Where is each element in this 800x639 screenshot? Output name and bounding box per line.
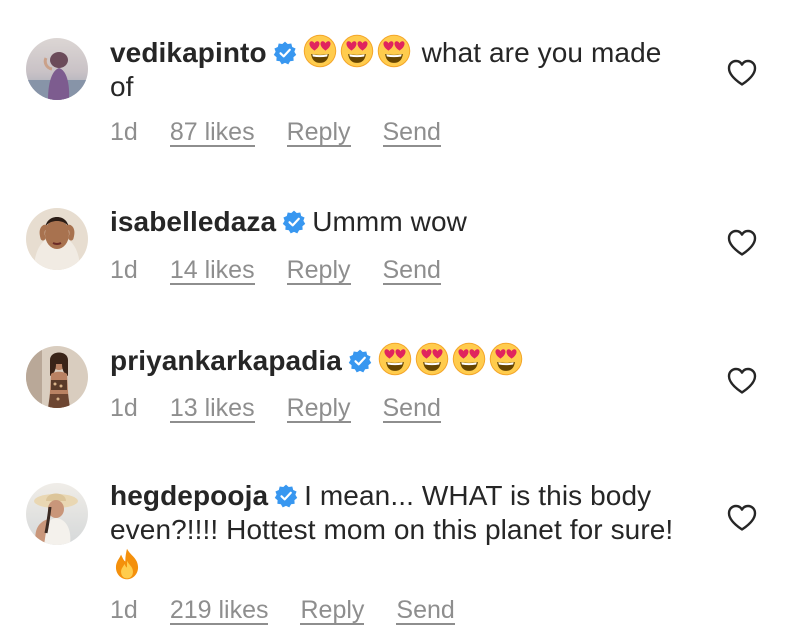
avatar-photo <box>26 346 88 408</box>
reply-button[interactable]: Reply <box>300 597 365 625</box>
heart-eyes-emoji-icon <box>303 34 337 68</box>
heart-eyes-emoji-icon <box>340 34 374 68</box>
comment-text-block: hegdepooja I mean... WHAT is this body ev… <box>110 479 690 583</box>
send-button[interactable]: Send <box>382 257 441 285</box>
send-button[interactable]: Send <box>382 119 441 147</box>
verified-badge-icon <box>274 484 298 508</box>
comment-meta: 1d 87 likes Reply Send <box>110 117 473 147</box>
heart-eyes-emoji-icon <box>415 342 449 376</box>
avatar[interactable] <box>26 483 88 545</box>
likes-link[interactable]: 13 likes <box>169 395 255 423</box>
comment-time: 1d <box>110 394 138 422</box>
heart-outline-icon[interactable] <box>727 229 757 257</box>
comment-time: 1d <box>110 118 138 146</box>
likes-link[interactable]: 87 likes <box>169 119 255 147</box>
avatar-photo <box>26 38 88 100</box>
reply-button[interactable]: Reply <box>286 395 351 423</box>
verified-badge-icon <box>282 210 306 234</box>
comment-text-block: priyankarkapadia <box>110 342 690 378</box>
comment-text: Ummm wow <box>312 206 467 237</box>
avatar[interactable] <box>26 346 88 408</box>
comment-username[interactable]: hegdepooja <box>110 480 268 511</box>
heart-outline-icon[interactable] <box>727 504 757 532</box>
avatar-photo <box>26 208 88 270</box>
heart-eyes-emoji-icon <box>452 342 486 376</box>
reply-button[interactable]: Reply <box>286 257 351 285</box>
heart-outline-icon[interactable] <box>727 367 757 395</box>
comment-time: 1d <box>110 256 138 284</box>
comment-text-block: vedikapinto what are you made of <box>110 34 690 104</box>
comment-meta: 1d 13 likes Reply Send <box>110 393 473 423</box>
heart-outline-icon[interactable] <box>727 59 757 87</box>
send-button[interactable]: Send <box>382 395 441 423</box>
heart-eyes-emoji-icon <box>377 34 411 68</box>
verified-badge-icon <box>348 349 372 373</box>
reply-button[interactable]: Reply <box>286 119 351 147</box>
likes-link[interactable]: 219 likes <box>169 597 269 625</box>
comment-username[interactable]: isabelledaza <box>110 206 276 237</box>
comment-text-block: isabelledaza Ummm wow <box>110 205 690 239</box>
fire-emoji-icon <box>110 547 144 581</box>
heart-eyes-emoji-icon <box>489 342 523 376</box>
avatar[interactable] <box>26 38 88 100</box>
avatar-photo <box>26 483 88 545</box>
comment-meta: 1d 14 likes Reply Send <box>110 255 473 285</box>
likes-link[interactable]: 14 likes <box>169 257 255 285</box>
comment-time: 1d <box>110 596 138 624</box>
heart-eyes-emoji-icon <box>378 342 412 376</box>
send-button[interactable]: Send <box>396 597 455 625</box>
verified-badge-icon <box>273 41 297 65</box>
comment-meta: 1d 219 likes Reply Send <box>110 595 487 625</box>
comment-username[interactable]: priyankarkapadia <box>110 345 342 376</box>
avatar[interactable] <box>26 208 88 270</box>
comment-username[interactable]: vedikapinto <box>110 37 267 68</box>
